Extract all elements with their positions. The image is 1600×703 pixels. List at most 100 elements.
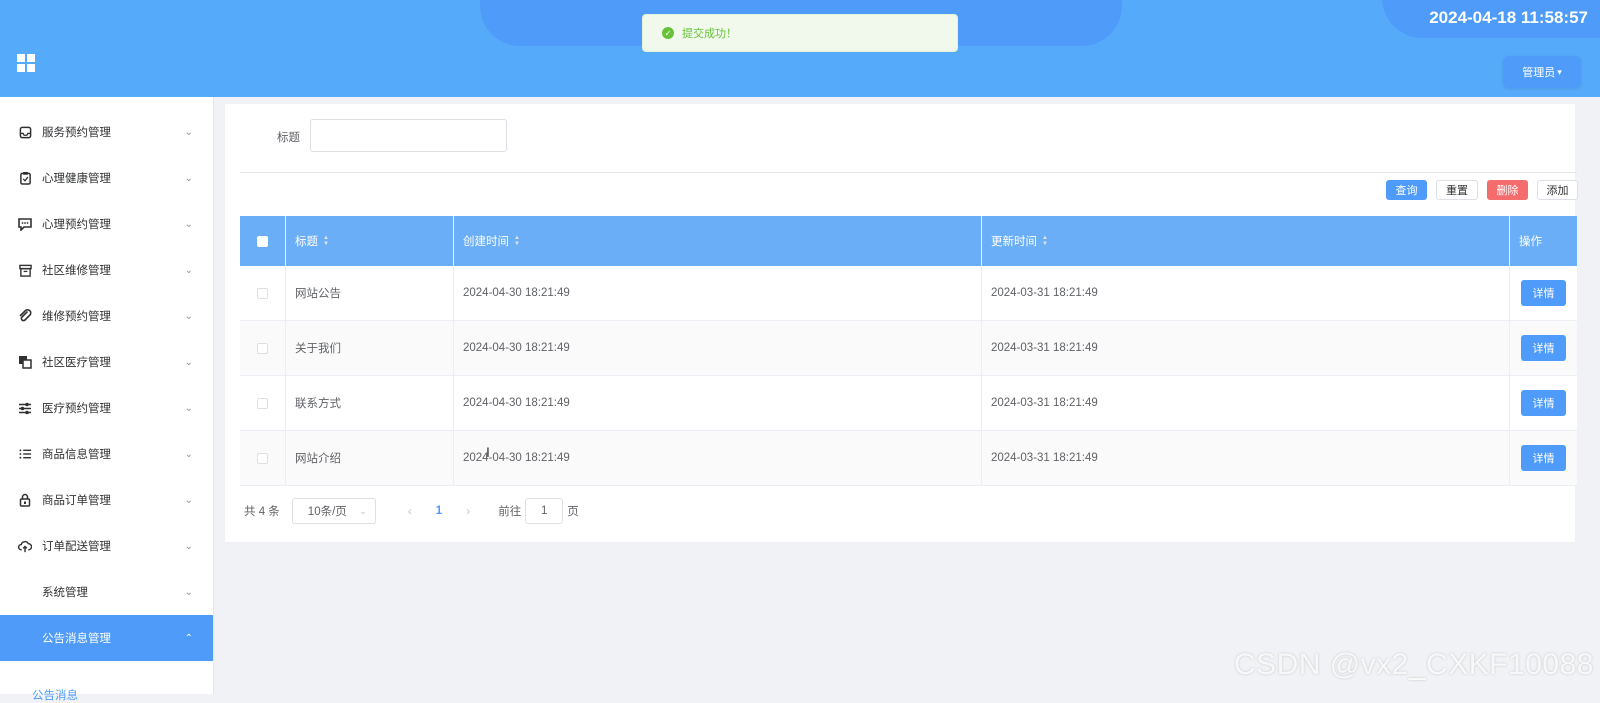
sidebar-item-community-repair[interactable]: 社区维修管理 ⌄ — [0, 247, 213, 293]
sidebar-item-label: 社区医疗管理 — [42, 357, 111, 369]
next-page-icon[interactable]: › — [466, 504, 470, 518]
sidebar-item-label: 医疗预约管理 — [42, 403, 111, 415]
sidebar-item-community-medical[interactable]: 社区医疗管理 ⌄ — [0, 339, 213, 385]
success-toast: ✓ 提交成功！ — [642, 14, 958, 52]
chevron-up-icon: ⌃ — [184, 632, 193, 644]
chevron-down-icon: ⌄ — [184, 310, 193, 322]
page-size-value: 10条/页 — [307, 506, 347, 518]
page-size-select[interactable]: 10条/页 ⌄ — [291, 498, 376, 524]
reset-button[interactable]: 重置 — [1436, 180, 1478, 200]
admin-dropdown-button[interactable]: 管理员 ▾ — [1503, 56, 1581, 88]
chevron-down-icon: ⌄ — [184, 540, 193, 552]
query-button[interactable]: 查询 — [1386, 180, 1427, 200]
sort-icon[interactable]: ▲ ▼ — [514, 235, 520, 247]
row-checkbox[interactable] — [257, 452, 268, 464]
cell-title: 关于我们 — [286, 321, 454, 375]
copy-icon — [18, 355, 32, 369]
sidebar-item-mental-booking[interactable]: 心理预约管理 ⌄ — [0, 201, 213, 247]
sidebar-item-label: 心理预约管理 — [42, 219, 111, 231]
chevron-down-icon: ⌄ — [184, 448, 193, 460]
cell-updated: 2024-03-31 18:21:49 — [982, 266, 1510, 320]
column-header-actions: 操作 — [1519, 236, 1542, 248]
sort-icon[interactable]: ▲ ▼ — [323, 235, 329, 247]
detail-button[interactable]: 详情 — [1521, 390, 1566, 416]
column-header-updated[interactable]: 更新时间 ▲ ▼ — [982, 216, 1510, 266]
cell-updated: 2024-03-31 18:21:49 — [982, 376, 1510, 430]
sidebar-item-mental-health[interactable]: 心理健康管理 ⌄ — [0, 155, 213, 201]
cell-created: 2024-04-30 18:21:49 — [454, 376, 982, 430]
sidebar-item-announcements[interactable]: 公告消息管理 ⌃ — [0, 615, 213, 661]
select-all-checkbox[interactable] — [257, 235, 268, 247]
sidebar-item-label: 订单配送管理 — [42, 541, 111, 553]
page-suffix: 页 — [567, 506, 579, 518]
sidebar: 服务预约管理 ⌄ 心理健康管理 ⌄ 心理预约管理 ⌄ 社区维修管理 ⌄ 维修预约… — [0, 97, 214, 702]
table-row: 联系方式 2024-04-30 18:21:49 2024-03-31 18:2… — [240, 376, 1577, 431]
sort-icon[interactable]: ▲ ▼ — [1042, 235, 1048, 247]
clipboard-check-icon — [18, 171, 32, 185]
chevron-down-icon: ⌄ — [184, 218, 193, 230]
inbox-icon — [18, 125, 32, 139]
table-row: 网站介绍 2024-04-30 18:21:49 2024-03-31 18:2… — [240, 431, 1577, 486]
list-icon — [18, 447, 32, 461]
sidebar-item-label: 公告消息管理 — [42, 633, 111, 645]
sidebar-item-label: 服务预约管理 — [42, 127, 111, 139]
table-header: 标题 ▲ ▼ 创建时间 ▲ ▼ 更新时间 ▲ ▼ 操作 — [240, 216, 1577, 266]
cell-created: 2024-04-30 18:21:49 — [454, 321, 982, 375]
sidebar-item-medical-booking[interactable]: 医疗预约管理 ⌄ — [0, 385, 213, 431]
chat-icon — [18, 217, 32, 231]
sidebar-item-product-info[interactable]: 商品信息管理 ⌄ — [0, 431, 213, 477]
goto-page-input[interactable]: 1 — [525, 498, 564, 524]
current-datetime: 2024-04-18 11:58:57 — [1429, 8, 1588, 27]
goto-label: 前往 — [498, 506, 522, 518]
sidebar-item-label: 维修预约管理 — [42, 311, 111, 323]
table-row: 网站公告 2024-04-30 18:21:49 2024-03-31 18:2… — [240, 266, 1577, 321]
sliders-icon — [18, 401, 32, 415]
delete-button[interactable]: 删除 — [1487, 180, 1528, 200]
watermark: CSDN @vx2_CXKF10088 — [1233, 648, 1594, 681]
detail-button[interactable]: 详情 — [1521, 445, 1566, 471]
sidebar-item-label: 心理健康管理 — [42, 173, 111, 185]
chevron-down-icon: ⌄ — [184, 356, 193, 368]
row-checkbox[interactable] — [257, 287, 268, 299]
pagination: 共 4 条 10条/页 ⌄ ‹ 1 › 前往 1 页 — [244, 498, 579, 524]
column-header-title[interactable]: 标题 ▲ ▼ — [286, 216, 454, 266]
archive-icon — [18, 263, 32, 277]
chevron-down-icon: ⌄ — [184, 264, 193, 276]
current-page-number[interactable]: 1 — [436, 505, 442, 517]
paperclip-icon — [18, 309, 32, 323]
sidebar-subitem-announcements[interactable]: 公告消息 — [32, 687, 78, 703]
detail-button[interactable]: 详情 — [1521, 280, 1566, 306]
sidebar-item-service-booking[interactable]: 服务预约管理 ⌄ — [0, 109, 213, 155]
admin-label: 管理员 — [1522, 67, 1556, 79]
chevron-down-icon: ⌄ — [184, 494, 193, 506]
chevron-down-icon: ⌄ — [359, 505, 367, 516]
check-circle-icon: ✓ — [662, 27, 674, 39]
chevron-down-icon: ⌄ — [184, 172, 193, 184]
chevron-down-icon: ⌄ — [184, 586, 193, 598]
sidebar-item-label: 商品信息管理 — [42, 449, 111, 461]
cell-title: 网站公告 — [286, 266, 454, 320]
add-button[interactable]: 添加 — [1537, 180, 1578, 200]
row-checkbox[interactable] — [257, 342, 268, 354]
search-title-input[interactable] — [310, 119, 507, 152]
detail-button[interactable]: 详情 — [1521, 335, 1566, 361]
sidebar-item-order-delivery[interactable]: 订单配送管理 ⌄ — [0, 523, 213, 569]
cell-created: 2024-04-30 18:21:49 — [454, 431, 982, 485]
grid-menu-icon[interactable] — [17, 54, 35, 72]
text-cursor-icon: I — [486, 444, 490, 460]
sidebar-item-product-orders[interactable]: 商品订单管理 ⌄ — [0, 477, 213, 523]
column-header-created[interactable]: 创建时间 ▲ ▼ — [454, 216, 982, 266]
row-checkbox[interactable] — [257, 397, 268, 409]
sidebar-item-label: 商品订单管理 — [42, 495, 111, 507]
sidebar-item-repair-booking[interactable]: 维修预约管理 ⌄ — [0, 293, 213, 339]
lock-icon — [18, 493, 32, 507]
cell-updated: 2024-03-31 18:21:49 — [982, 321, 1510, 375]
chevron-down-icon: ⌄ — [184, 126, 193, 138]
sidebar-item-system[interactable]: 系统管理 ⌄ — [0, 569, 213, 615]
divider — [240, 172, 1577, 173]
chevron-down-icon: ▾ — [1557, 66, 1562, 77]
cell-updated: 2024-03-31 18:21:49 — [982, 431, 1510, 485]
cell-created: 2024-04-30 18:21:49 — [454, 266, 982, 320]
cell-title: 联系方式 — [286, 376, 454, 430]
prev-page-icon[interactable]: ‹ — [408, 504, 412, 518]
